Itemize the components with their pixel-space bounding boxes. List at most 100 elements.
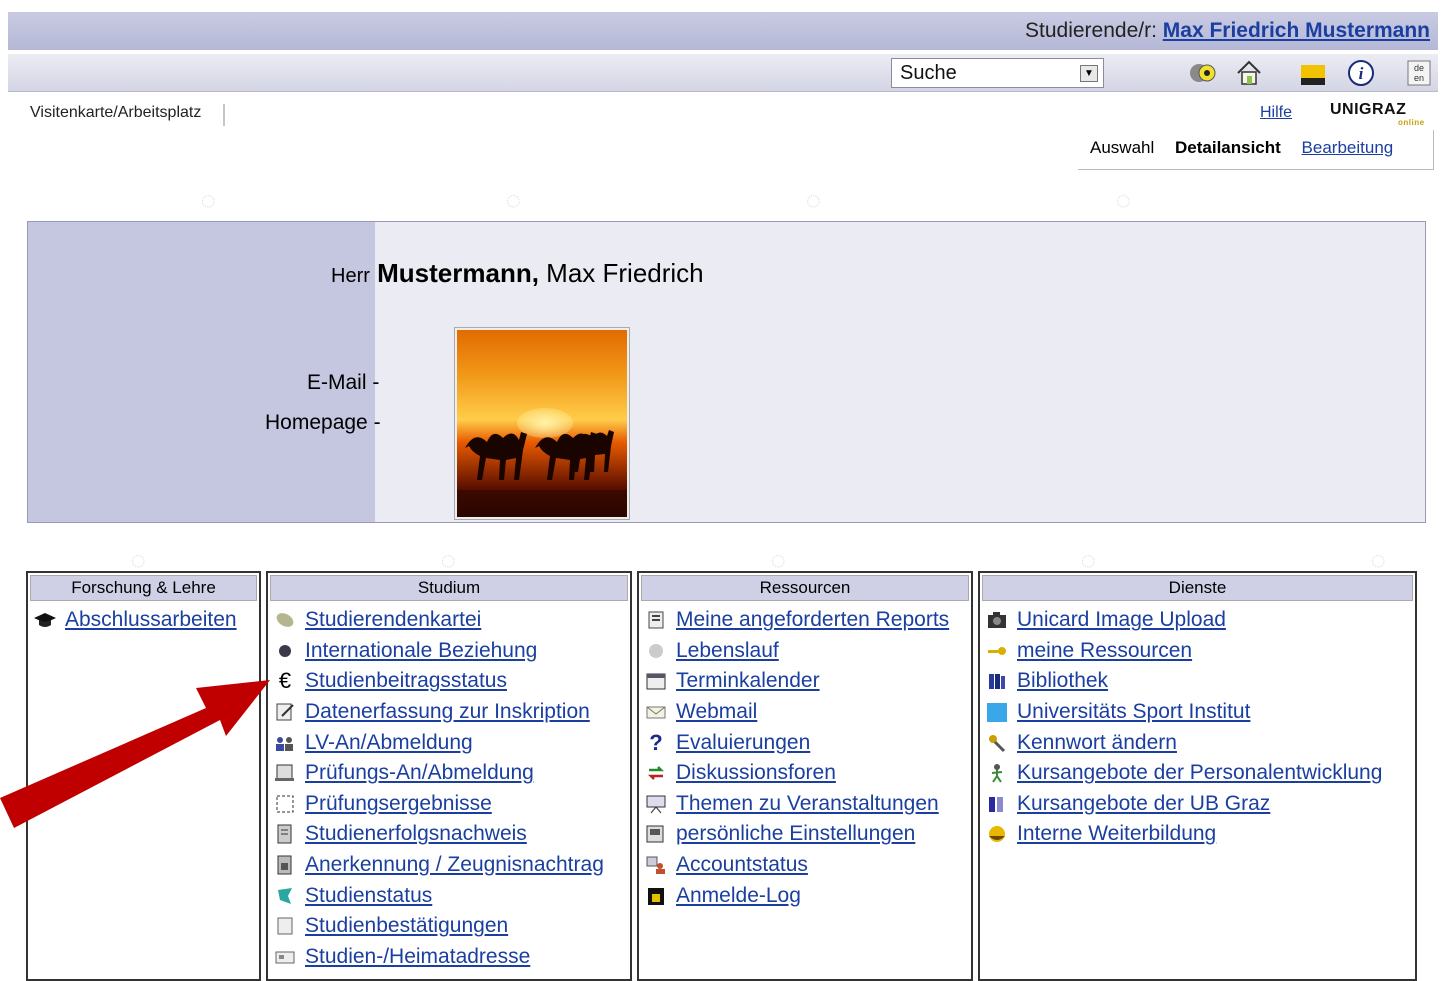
list-item[interactable]: Accountstatus — [643, 850, 971, 881]
list-item[interactable]: Webmail — [643, 697, 971, 728]
list-item[interactable]: Studienerfolgsnachweis — [272, 819, 630, 850]
link-bibliothek[interactable]: Bibliothek — [1017, 669, 1108, 693]
homepage-row: Homepage - — [265, 411, 381, 435]
link-internationale-beziehung[interactable]: Internationale Beziehung — [305, 639, 537, 663]
watermark: ◌ — [496, 183, 528, 217]
toolbar: Suche ▼ i de en — [8, 54, 1438, 92]
view-tabs: Auswahl Detailansicht Bearbeitung — [1078, 130, 1434, 170]
chevron-down-icon[interactable]: ▼ — [1080, 65, 1098, 82]
studium-list: Studierendenkartei Internationale Bezieh… — [268, 603, 630, 972]
list-item[interactable]: LV-An/Abmeldung — [272, 727, 630, 758]
link-interne-weiterbildung[interactable]: Interne Weiterbildung — [1017, 822, 1216, 846]
list-item[interactable]: Bibliothek — [984, 666, 1415, 697]
list-item[interactable]: Interne Weiterbildung — [984, 819, 1415, 850]
user-name-link[interactable]: Max Friedrich Mustermann — [1163, 19, 1430, 42]
forschung-lehre-title: Forschung & Lehre — [30, 575, 257, 601]
link-webmail[interactable]: Webmail — [676, 700, 757, 724]
link-diskussionsforen[interactable]: Diskussionsforen — [676, 761, 836, 785]
logo-sub-text: online — [1398, 118, 1425, 127]
link-studienstatus[interactable]: Studienstatus — [305, 884, 432, 908]
link-studierendenkartei[interactable]: Studierendenkartei — [305, 608, 481, 632]
list-item[interactable]: Kennwort ändern — [984, 727, 1415, 758]
list-item[interactable]: Datenerfassung zur Inskription — [272, 697, 630, 728]
list-item[interactable]: Universitäts Sport Institut — [984, 697, 1415, 728]
list-item[interactable]: Kursangebote der Personalentwicklung — [984, 758, 1415, 789]
forschung-lehre-list: Abschlussarbeiten — [28, 603, 259, 636]
list-item[interactable]: Anmelde-Log — [643, 880, 971, 911]
list-item[interactable]: Meine angeforderten Reports — [643, 605, 971, 636]
link-lebenslauf[interactable]: Lebenslauf — [676, 639, 779, 663]
search-select[interactable]: Suche ▼ — [891, 58, 1104, 88]
training-icon — [984, 823, 1010, 845]
link-accountstatus[interactable]: Accountstatus — [676, 853, 808, 877]
link-kurs-ub-graz[interactable]: Kursangebote der UB Graz — [1017, 792, 1270, 816]
language-switch-icon[interactable]: de en — [1404, 58, 1434, 88]
home-icon[interactable] — [1234, 58, 1264, 88]
link-heimatadresse[interactable]: Studien-/Heimatadresse — [305, 945, 530, 969]
list-item[interactable]: Prüfungsergebnisse — [272, 789, 630, 820]
link-anerkennung[interactable]: Anerkennung / Zeugnisnachtrag — [305, 853, 604, 877]
link-abschlussarbeiten[interactable]: Abschlussarbeiten — [65, 608, 237, 632]
help-link[interactable]: Hilfe — [1260, 104, 1292, 122]
link-studienerfolgsnachweis[interactable]: Studienerfolgsnachweis — [305, 822, 527, 846]
uni-logo-icon[interactable] — [1298, 58, 1328, 88]
library-course-icon — [984, 793, 1010, 815]
info-icon[interactable]: i — [1346, 58, 1376, 88]
list-item[interactable]: Diskussionsforen — [643, 758, 971, 789]
user-header-bar: Studierende/r: Max Friedrich Mustermann — [8, 12, 1438, 50]
link-reports[interactable]: Meine angeforderten Reports — [676, 608, 949, 632]
list-item[interactable]: Prüfungs-An/Abmeldung — [272, 758, 630, 789]
watermark: ◌ — [1106, 183, 1138, 217]
list-item[interactable]: persönliche Einstellungen — [643, 819, 971, 850]
eye-glasses-icon[interactable] — [1188, 58, 1218, 88]
homepage-label: Homepage — [265, 411, 368, 434]
ressourcen-box: Ressourcen Meine angeforderten Reports L… — [637, 571, 973, 981]
list-item[interactable]: meine Ressourcen — [984, 636, 1415, 667]
settings-icon — [643, 823, 669, 845]
link-usi[interactable]: Universitäts Sport Institut — [1017, 700, 1250, 724]
link-einstellungen[interactable]: persönliche Einstellungen — [676, 822, 915, 846]
user-line: Studierende/r: Max Friedrich Mustermann — [1025, 19, 1430, 43]
link-unicard-upload[interactable]: Unicard Image Upload — [1017, 608, 1226, 632]
link-themen[interactable]: Themen zu Veranstaltungen — [676, 792, 939, 816]
tab-detailansicht[interactable]: Detailansicht — [1175, 138, 1281, 157]
link-pruefungsergebnisse[interactable]: Prüfungsergebnisse — [305, 792, 492, 816]
link-terminkalender[interactable]: Terminkalender — [676, 669, 820, 693]
salutation: Herr — [331, 265, 370, 287]
link-studienbeitragsstatus[interactable]: Studienbeitragsstatus — [305, 669, 507, 693]
sport-icon — [984, 701, 1010, 723]
address-icon — [272, 946, 298, 968]
mail-icon — [643, 701, 669, 723]
books-icon — [984, 670, 1010, 692]
list-item[interactable]: Unicard Image Upload — [984, 605, 1415, 636]
cv-icon — [643, 640, 669, 662]
confirmation-icon — [272, 915, 298, 937]
dienste-box: Dienste Unicard Image Upload meine Resso… — [978, 571, 1417, 981]
list-item[interactable]: Studierendenkartei — [272, 605, 630, 636]
list-item[interactable]: Themen zu Veranstaltungen — [643, 789, 971, 820]
unigraz-logo[interactable]: UNIGRAZ online — [1330, 101, 1424, 127]
link-meine-ressourcen[interactable]: meine Ressourcen — [1017, 639, 1192, 663]
link-anmelde-log[interactable]: Anmelde-Log — [676, 884, 801, 908]
list-item[interactable]: Anerkennung / Zeugnisnachtrag — [272, 850, 630, 881]
list-item[interactable]: Studienstatus — [272, 880, 630, 911]
link-evaluierungen[interactable]: Evaluierungen — [676, 731, 810, 755]
link-kurs-personalentwicklung[interactable]: Kursangebote der Personalentwicklung — [1017, 761, 1382, 785]
list-item[interactable]: Studienbestätigungen — [272, 911, 630, 942]
list-item[interactable]: Lebenslauf — [643, 636, 971, 667]
link-datenerfassung[interactable]: Datenerfassung zur Inskription — [305, 700, 590, 724]
link-pruefungs-anmeldung[interactable]: Prüfungs-An/Abmeldung — [305, 761, 534, 785]
list-item[interactable]: Internationale Beziehung — [272, 636, 630, 667]
list-item[interactable]: Kursangebote der UB Graz — [984, 789, 1415, 820]
link-studienbestaetigungen[interactable]: Studienbestätigungen — [305, 914, 508, 938]
tab-auswahl[interactable]: Auswahl — [1090, 138, 1154, 157]
ressourcen-list: Meine angeforderten Reports Lebenslauf T… — [639, 603, 971, 911]
tab-visitenkarte[interactable]: Visitenkarte/Arbeitsplatz — [30, 104, 226, 126]
tab-bearbeitung[interactable]: Bearbeitung — [1302, 138, 1394, 157]
link-kennwort[interactable]: Kennwort ändern — [1017, 731, 1177, 755]
list-item[interactable]: € Studienbeitragsstatus — [272, 666, 630, 697]
list-item[interactable]: ? Evaluierungen — [643, 727, 971, 758]
link-lv-anmeldung[interactable]: LV-An/Abmeldung — [305, 731, 473, 755]
list-item[interactable]: Terminkalender — [643, 666, 971, 697]
list-item[interactable]: Abschlussarbeiten — [32, 605, 259, 636]
